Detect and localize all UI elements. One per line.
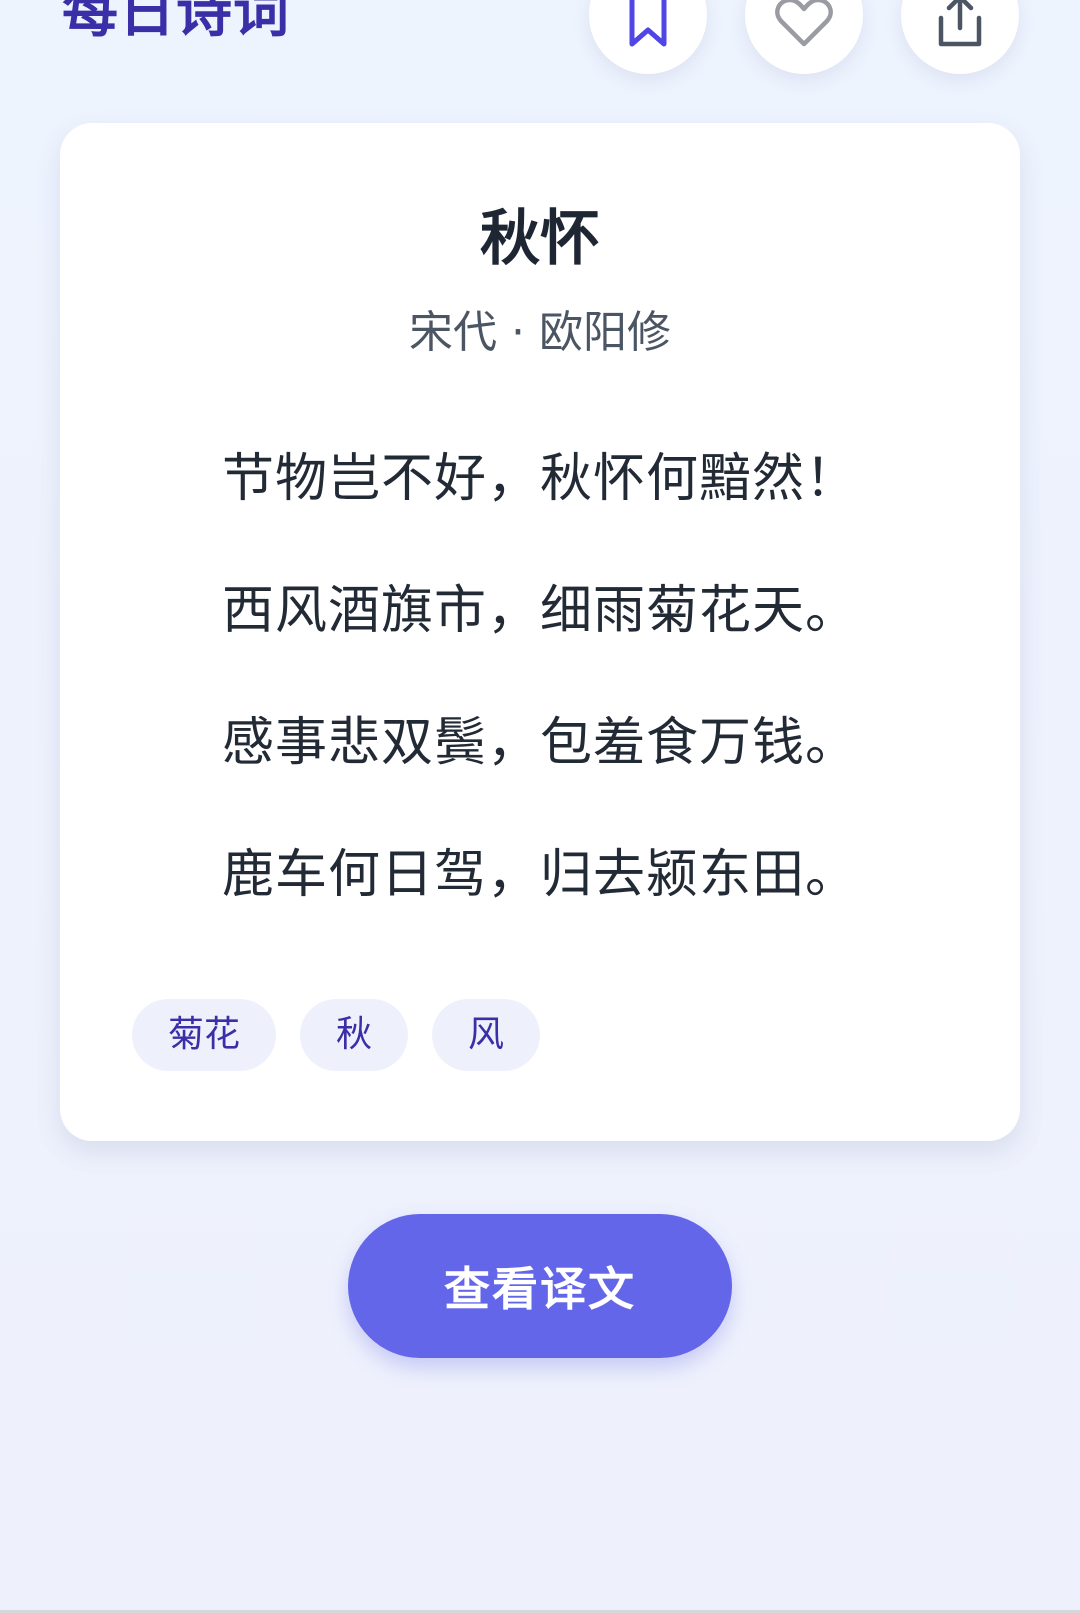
bookmark-icon [629, 0, 667, 47]
header: 每日诗词 [0, 0, 1080, 90]
poem-line: 感事悲双鬓，包羞食万钱。 [221, 713, 858, 773]
bookmark-button[interactable] [589, 0, 707, 74]
poem-card: 秋怀 宋代 · 欧阳修 节物岂不好，秋怀何黯然！ 西风酒旗市，细雨菊花天。 感事… [60, 123, 1020, 1141]
view-translation-button[interactable]: 查看译文 [348, 1214, 732, 1358]
heart-icon [775, 0, 833, 47]
like-button[interactable] [745, 0, 863, 74]
share-button[interactable] [901, 0, 1019, 74]
share-icon [938, 0, 982, 47]
poem-title: 秋怀 [480, 204, 600, 274]
tag-chrysanthemum[interactable]: 菊花 [132, 999, 277, 1071]
poem-line: 西风酒旗市，细雨菊花天。 [221, 581, 858, 641]
app-title: 每日诗词 [62, 0, 290, 45]
tag-autumn[interactable]: 秋 [300, 999, 409, 1071]
poem-body: 节物岂不好，秋怀何黯然！ 西风酒旗市，细雨菊花天。 感事悲双鬓，包羞食万钱。 鹿… [60, 443, 1020, 971]
poem-dynasty-author: 宋代 · 欧阳修 [409, 307, 671, 358]
tag-list: 菊花 秋 风 [132, 999, 541, 1071]
tag-wind[interactable]: 风 [432, 999, 541, 1071]
poem-line: 鹿车何日驾，归去颍东田。 [221, 845, 858, 905]
poem-line: 节物岂不好，秋怀何黯然！ [221, 449, 858, 509]
